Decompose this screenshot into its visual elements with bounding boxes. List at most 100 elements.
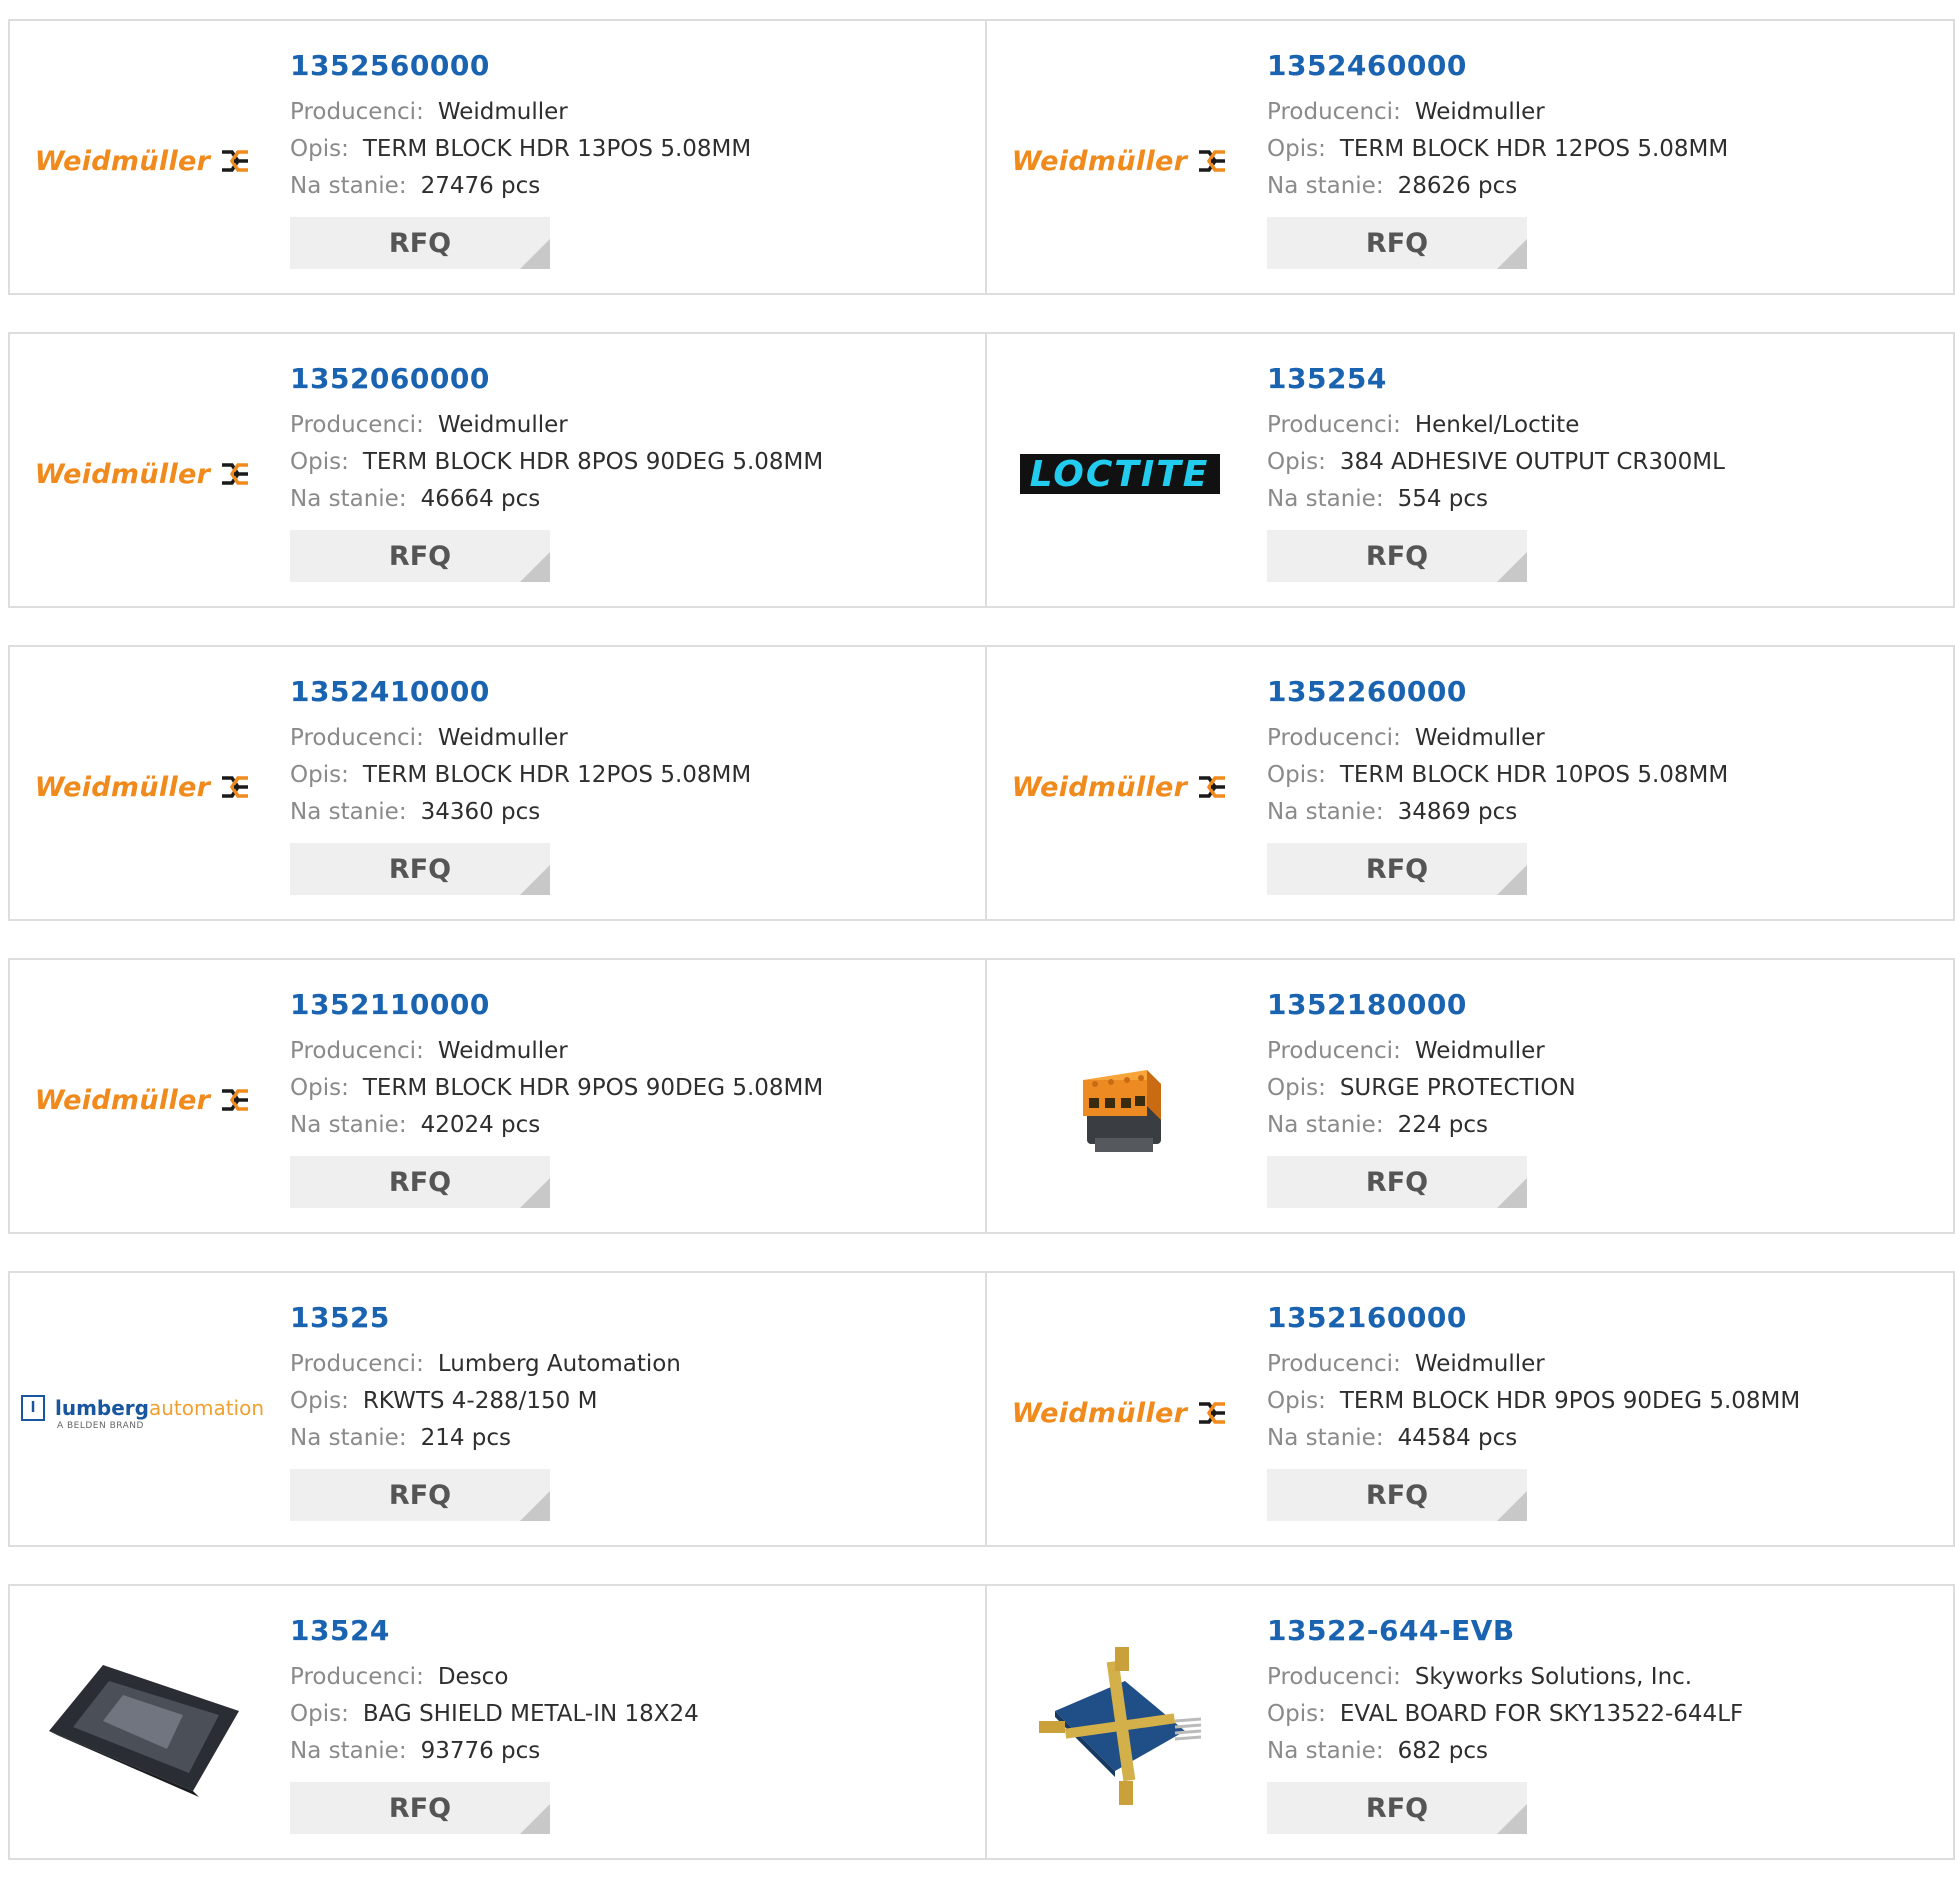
description-label: Opis: — [1267, 1388, 1326, 1414]
rfq-label: RFQ — [388, 540, 452, 572]
product-row: Weidmüller 1352410000 Producenci: Weidmul… — [8, 645, 1955, 921]
part-number-link[interactable]: 135254 — [1267, 362, 1725, 395]
manufacturer-logo[interactable]: Weidmüller — [35, 687, 249, 887]
loctite-logo: LOCTITE — [1019, 454, 1220, 495]
manufacturer-label: Producenci: — [1267, 1351, 1401, 1377]
corner-triangle-icon — [520, 239, 550, 269]
stock-value: 34869 pcs — [1397, 799, 1518, 825]
rfq-button[interactable]: RFQ — [1267, 1782, 1527, 1834]
product-card: Weidmüller 1352410000 Producenci: Weidmul… — [8, 645, 987, 921]
rfq-button[interactable]: RFQ — [1267, 1469, 1527, 1521]
manufacturer-value: Lumberg Automation — [437, 1351, 681, 1377]
part-number-link[interactable]: 1352110000 — [290, 988, 823, 1021]
rfq-button[interactable]: RFQ — [1267, 530, 1527, 582]
rfq-label: RFQ — [1365, 853, 1429, 885]
lumberg-mark-icon: l — [20, 1395, 45, 1421]
product-image[interactable] — [1017, 1000, 1222, 1200]
description-label: Opis: — [290, 136, 349, 162]
stock-label: Na stanie: — [290, 1425, 407, 1451]
description-label: Opis: — [290, 449, 349, 475]
corner-triangle-icon — [1497, 1178, 1527, 1208]
part-number-link[interactable]: 1352260000 — [1267, 675, 1728, 708]
part-number-link[interactable]: 1352460000 — [1267, 49, 1728, 82]
weidmuller-cross-icon — [222, 150, 249, 172]
description-label: Opis: — [1267, 1075, 1326, 1101]
product-card: 13524 Producenci: Desco Opis: BAG SHIELD M… — [8, 1584, 987, 1860]
manufacturer-value: Weidmuller — [1414, 99, 1545, 125]
manufacturer-logo[interactable]: Weidmüller — [1012, 61, 1226, 261]
stock-label: Na stanie: — [1267, 1738, 1384, 1764]
stock-label: Na stanie: — [290, 799, 407, 825]
corner-triangle-icon — [1497, 1491, 1527, 1521]
rfq-button[interactable]: RFQ — [290, 217, 550, 269]
lumberg-logo-subtitle: A BELDEN BRAND — [56, 1421, 144, 1431]
manufacturer-logo[interactable]: Weidmüller — [1012, 687, 1226, 887]
manufacturer-logo[interactable]: Weidmüller — [35, 1000, 249, 1200]
rfq-label: RFQ — [1365, 227, 1429, 259]
rfq-button[interactable]: RFQ — [290, 1156, 550, 1208]
stock-value: 214 pcs — [420, 1425, 512, 1451]
part-number-link[interactable]: 13522-644-EVB — [1267, 1614, 1743, 1647]
product-card: l lumbergautomation A BELDEN BRAND 13525… — [8, 1271, 987, 1547]
product-card: 1352180000 Producenci: Weidmuller Opis: SU… — [987, 958, 1955, 1234]
corner-triangle-icon — [520, 1178, 550, 1208]
weidmuller-logo-text: Weidmüller — [1011, 145, 1188, 177]
stock-value: 44584 pcs — [1397, 1425, 1518, 1451]
product-image[interactable] — [1017, 1626, 1222, 1826]
stock-label: Na stanie: — [1267, 799, 1384, 825]
part-number-link[interactable]: 1352060000 — [290, 362, 823, 395]
description-value: TERM BLOCK HDR 12POS 5.08MM — [1339, 136, 1729, 162]
rfq-label: RFQ — [1365, 1166, 1429, 1198]
rfq-button[interactable]: RFQ — [290, 1782, 550, 1834]
product-card: Weidmüller 1352060000 Producenci: Weidmul… — [8, 332, 987, 608]
part-number-link[interactable]: 13524 — [290, 1614, 699, 1647]
manufacturer-value: Desco — [437, 1664, 509, 1690]
part-number-link[interactable]: 1352180000 — [1267, 988, 1576, 1021]
product-row: Weidmüller 1352110000 Producenci: Weidmul… — [8, 958, 1955, 1234]
manufacturer-value: Weidmuller — [1414, 1038, 1545, 1064]
weidmuller-logo-text: Weidmüller — [1011, 771, 1188, 803]
manufacturer-logo[interactable]: Weidmüller — [1012, 1313, 1226, 1513]
rfq-button[interactable]: RFQ — [290, 530, 550, 582]
rfq-label: RFQ — [1365, 1479, 1429, 1511]
product-card: Weidmüller 1352110000 Producenci: Weidmul… — [8, 958, 987, 1234]
rfq-button[interactable]: RFQ — [1267, 843, 1527, 895]
weidmuller-cross-icon — [222, 1089, 249, 1111]
stock-value: 27476 pcs — [420, 173, 541, 199]
corner-triangle-icon — [1497, 865, 1527, 895]
manufacturer-value: Weidmuller — [437, 412, 568, 438]
part-number-link[interactable]: 1352560000 — [290, 49, 751, 82]
manufacturer-label: Producenci: — [290, 412, 424, 438]
manufacturer-logo[interactable]: Weidmüller — [35, 374, 249, 574]
corner-triangle-icon — [1497, 552, 1527, 582]
part-number-link[interactable]: 1352410000 — [290, 675, 751, 708]
product-image[interactable] — [40, 1626, 245, 1826]
rfq-button[interactable]: RFQ — [290, 843, 550, 895]
rfq-button[interactable]: RFQ — [1267, 217, 1527, 269]
rfq-label: RFQ — [388, 1166, 452, 1198]
stock-label: Na stanie: — [1267, 1112, 1384, 1138]
stock-label: Na stanie: — [1267, 1425, 1384, 1451]
part-number-link[interactable]: 1352160000 — [1267, 1301, 1800, 1334]
rfq-button[interactable]: RFQ — [1267, 1156, 1527, 1208]
manufacturer-label: Producenci: — [1267, 1038, 1401, 1064]
description-label: Opis: — [1267, 1701, 1326, 1727]
product-row: Weidmüller 1352060000 Producenci: Weidmul… — [8, 332, 1955, 608]
part-number-link[interactable]: 13525 — [290, 1301, 681, 1334]
manufacturer-value: Weidmuller — [1414, 725, 1545, 751]
manufacturer-logo[interactable]: l lumbergautomation A BELDEN BRAND — [20, 1313, 264, 1513]
weidmuller-cross-icon — [222, 463, 249, 485]
weidmuller-cross-icon — [1199, 776, 1226, 798]
product-grid: Weidmüller 1352560000 Producenci: Weidmul… — [8, 19, 1955, 1897]
description-label: Opis: — [290, 1388, 349, 1414]
manufacturer-logo[interactable]: Weidmüller — [35, 61, 249, 261]
weidmuller-cross-icon — [222, 776, 249, 798]
weidmuller-logo-text: Weidmüller — [1011, 1397, 1188, 1429]
corner-triangle-icon — [520, 552, 550, 582]
stock-label: Na stanie: — [290, 1112, 407, 1138]
manufacturer-logo[interactable]: LOCTITE — [1017, 374, 1222, 574]
description-value: TERM BLOCK HDR 9POS 90DEG 5.08MM — [1339, 1388, 1801, 1414]
manufacturer-value: Weidmuller — [437, 725, 568, 751]
lumberg-logo: l lumbergautomation A BELDEN BRAND — [20, 1395, 264, 1431]
rfq-button[interactable]: RFQ — [290, 1469, 550, 1521]
